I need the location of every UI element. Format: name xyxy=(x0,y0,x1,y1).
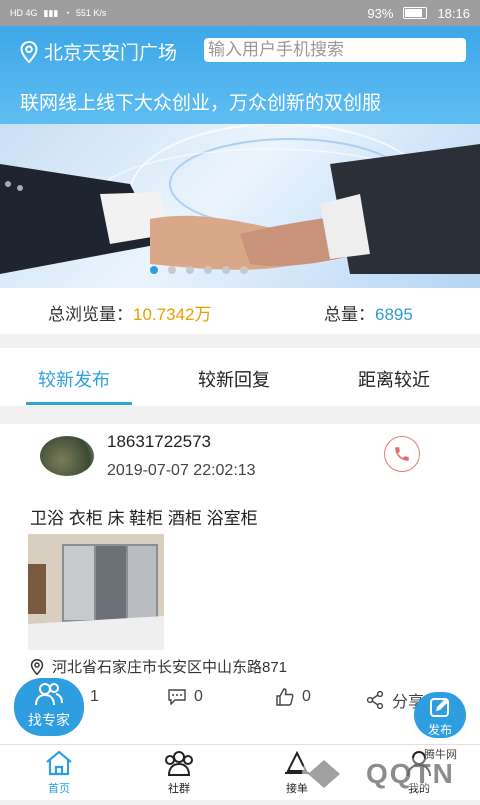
like-count-value: 1 xyxy=(90,688,99,705)
nav-community[interactable]: 社群 xyxy=(144,749,214,796)
wardrobe-photo xyxy=(28,534,164,650)
carousel-dot[interactable] xyxy=(150,266,158,274)
thumb-button[interactable]: 0 xyxy=(276,688,311,706)
tab-nearest[interactable]: 距离较近 xyxy=(358,366,430,392)
group-icon xyxy=(165,751,193,776)
find-expert-button[interactable]: 找专家 xyxy=(14,678,84,736)
battery-icon xyxy=(403,7,428,19)
post-time: 2019-07-07 22:02:13 xyxy=(107,462,256,479)
total-views-value: 10.7342万 xyxy=(133,305,212,324)
battery-percent: 93% xyxy=(367,5,394,21)
publish-label: 发布 xyxy=(427,723,452,737)
address-text: 河北省石家庄市长安区中山东路871 xyxy=(52,659,288,676)
carousel-dots xyxy=(150,266,248,274)
watermark: QQTN 腾牛网 xyxy=(286,744,480,800)
handshake-image xyxy=(0,124,480,274)
location-text: 北京天安门广场 xyxy=(44,43,178,64)
watermark-site: 腾牛网 xyxy=(424,749,457,761)
post-address: 河北省石家庄市长安区中山东路871 xyxy=(30,656,287,677)
tab-newest-posts[interactable]: 较新发布 xyxy=(38,366,110,392)
nav-community-label: 社群 xyxy=(168,783,190,795)
carousel-dot[interactable] xyxy=(186,266,194,274)
status-bar: HD 4G ▮▮▮ ◔ 551 K/s 93% 18:16 xyxy=(0,0,480,26)
share-icon xyxy=(366,691,384,709)
wifi-icon: ◔ xyxy=(64,8,70,18)
search-input[interactable]: 输入用户手机搜索 xyxy=(204,38,466,62)
find-expert-label: 找专家 xyxy=(28,712,70,728)
edit-icon xyxy=(430,698,449,717)
call-button[interactable] xyxy=(384,436,420,472)
people-icon xyxy=(35,683,63,706)
post-phone: 18631722573 xyxy=(107,432,212,451)
avatar[interactable] xyxy=(40,436,94,476)
total-count-value: 6895 xyxy=(375,305,413,324)
location-pin-icon xyxy=(30,658,44,675)
nav-home[interactable]: 首页 xyxy=(24,749,94,796)
like-count[interactable]: 1 xyxy=(90,688,99,706)
tab-newest-replies[interactable]: 较新回复 xyxy=(198,366,270,392)
comment-button[interactable]: 0 xyxy=(168,688,203,706)
total-views-label: 总浏览量： xyxy=(48,305,133,324)
status-left: HD 4G ▮▮▮ ◔ 551 K/s xyxy=(10,8,106,19)
location-pin-icon xyxy=(20,40,38,63)
stats-bar: 总浏览量：10.7342万 总量：6895 xyxy=(0,288,480,334)
search-placeholder: 输入用户手机搜索 xyxy=(208,40,344,59)
signal-icon: ▮▮▮ xyxy=(43,7,59,18)
location-selector[interactable]: 北京天安门广场 xyxy=(20,38,177,65)
watermark-brand: QQTN xyxy=(366,758,455,789)
post-image[interactable] xyxy=(28,534,164,650)
carousel-dot[interactable] xyxy=(222,266,230,274)
carousel-dot[interactable] xyxy=(240,266,248,274)
home-icon xyxy=(46,750,72,776)
carousel-dot[interactable] xyxy=(204,266,212,274)
clock: 18:16 xyxy=(437,5,470,21)
announcement-marquee: 联网线上线下大众创业，万众创新的双创服 xyxy=(0,88,480,115)
status-right: 93% 18:16 xyxy=(367,6,470,21)
network-indicator: HD 4G xyxy=(10,8,38,18)
sort-tabs: 较新发布 较新回复 距离较近 xyxy=(0,348,480,406)
comment-count: 0 xyxy=(194,688,203,705)
comment-icon xyxy=(168,689,186,705)
carousel-dot[interactable] xyxy=(168,266,176,274)
total-views: 总浏览量：10.7342万 xyxy=(48,300,211,325)
banner-carousel[interactable] xyxy=(0,124,480,288)
network-speed: 551 K/s xyxy=(75,8,107,18)
total-count-label: 总量： xyxy=(324,305,375,324)
total-count: 总量：6895 xyxy=(324,300,413,325)
publish-button[interactable]: 发布 xyxy=(414,692,466,738)
post-tags: 卫浴 衣柜 床 鞋柜 酒柜 浴室柜 xyxy=(30,509,258,528)
marquee-text: 联网线上线下大众创业，万众创新的双创服 xyxy=(20,93,382,114)
tab-underline xyxy=(26,402,132,405)
thumbs-up-icon xyxy=(276,688,294,706)
phone-icon xyxy=(395,447,409,461)
nav-home-label: 首页 xyxy=(48,783,70,795)
app-header: 北京天安门广场 输入用户手机搜索 联网线上线下大众创业，万众创新的双创服 xyxy=(0,26,480,124)
thumb-count: 0 xyxy=(302,688,311,705)
